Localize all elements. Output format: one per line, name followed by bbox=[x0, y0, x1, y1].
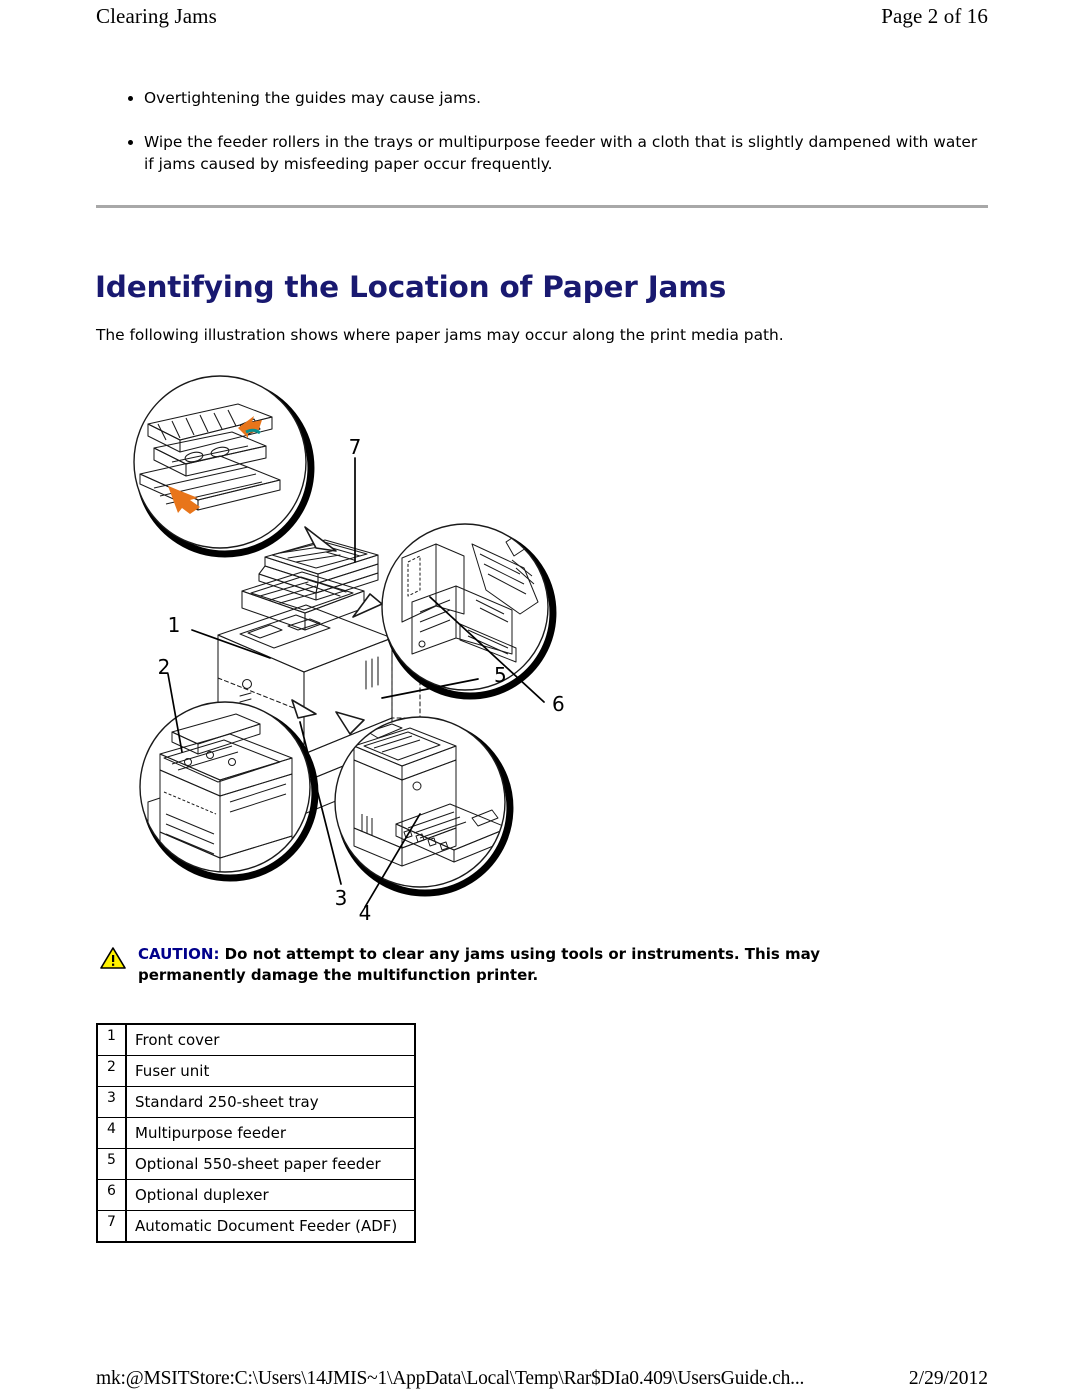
section-divider bbox=[96, 205, 988, 208]
header-page-indicator: Page 2 of 16 bbox=[881, 4, 988, 28]
jam-location-legend-table: 1 Front cover 2 Fuser unit 3 Standard 25… bbox=[96, 1023, 416, 1243]
legend-label: Optional 550-sheet paper feeder bbox=[126, 1148, 415, 1180]
bullet-dot-icon bbox=[128, 139, 133, 145]
figure-callout-5: 5 bbox=[494, 663, 507, 687]
figure-callout-6: 6 bbox=[552, 692, 565, 716]
table-row: 2 Fuser unit bbox=[97, 1055, 415, 1087]
page-title: Identifying the Location of Paper Jams bbox=[95, 269, 727, 304]
legend-number: 6 bbox=[97, 1179, 127, 1211]
figure-callout-1: 1 bbox=[168, 613, 181, 637]
list-item-text: Wipe the feeder rollers in the trays or … bbox=[144, 132, 978, 173]
table-row: 5 Optional 550-sheet paper feeder bbox=[97, 1148, 415, 1180]
section-intro-text: The following illustration shows where p… bbox=[96, 326, 784, 345]
footer-print-date: 2/29/2012 bbox=[908, 1368, 988, 1389]
caution-label: CAUTION: bbox=[138, 945, 220, 963]
legend-number: 3 bbox=[97, 1086, 127, 1118]
page-header: Clearing Jams Page 2 of 16 bbox=[96, 4, 988, 29]
paper-jam-location-illustration: 1 2 3 4 5 6 7 bbox=[120, 362, 590, 922]
caution-text: CAUTION: Do not attempt to clear any jam… bbox=[138, 944, 930, 987]
legend-table-body: 1 Front cover 2 Fuser unit 3 Standard 25… bbox=[97, 1024, 415, 1242]
list-item: Wipe the feeder rollers in the trays or … bbox=[96, 132, 988, 176]
legend-number: 4 bbox=[97, 1117, 127, 1149]
legend-number: 7 bbox=[97, 1210, 127, 1242]
bullet-dot-icon bbox=[128, 96, 133, 101]
footer-source-path: mk:@MSITStore:C:\Users\14JMIS~1\AppData\… bbox=[96, 1368, 805, 1389]
tips-bullet-list: Overtightening the guides may cause jams… bbox=[96, 88, 988, 198]
table-row: 1 Front cover bbox=[97, 1024, 415, 1056]
legend-label: Standard 250-sheet tray bbox=[126, 1086, 415, 1118]
figure-callout-7: 7 bbox=[349, 435, 362, 459]
legend-label: Multipurpose feeder bbox=[126, 1117, 415, 1149]
table-row: 3 Standard 250-sheet tray bbox=[97, 1086, 415, 1118]
page-footer: mk:@MSITStore:C:\Users\14JMIS~1\AppData\… bbox=[96, 1368, 988, 1390]
figure-callout-2: 2 bbox=[158, 655, 171, 679]
legend-label: Automatic Document Feeder (ADF) bbox=[126, 1210, 415, 1242]
legend-number: 5 bbox=[97, 1148, 127, 1180]
table-row: 7 Automatic Document Feeder (ADF) bbox=[97, 1210, 415, 1242]
legend-label: Front cover bbox=[126, 1024, 415, 1056]
header-document-title: Clearing Jams bbox=[96, 4, 217, 28]
legend-label: Optional duplexer bbox=[126, 1179, 415, 1211]
warning-triangle-icon bbox=[100, 946, 126, 970]
table-row: 6 Optional duplexer bbox=[97, 1179, 415, 1211]
list-item-text: Overtightening the guides may cause jams… bbox=[144, 89, 481, 107]
caution-body: Do not attempt to clear any jams using t… bbox=[138, 945, 821, 985]
caution-notice: CAUTION: Do not attempt to clear any jam… bbox=[100, 944, 930, 987]
table-row: 4 Multipurpose feeder bbox=[97, 1117, 415, 1149]
list-item: Overtightening the guides may cause jams… bbox=[96, 88, 988, 110]
legend-number: 1 bbox=[97, 1024, 127, 1056]
legend-number: 2 bbox=[97, 1055, 127, 1087]
legend-label: Fuser unit bbox=[126, 1055, 415, 1087]
figure-callout-4: 4 bbox=[359, 901, 372, 922]
figure-callout-3: 3 bbox=[335, 886, 348, 910]
